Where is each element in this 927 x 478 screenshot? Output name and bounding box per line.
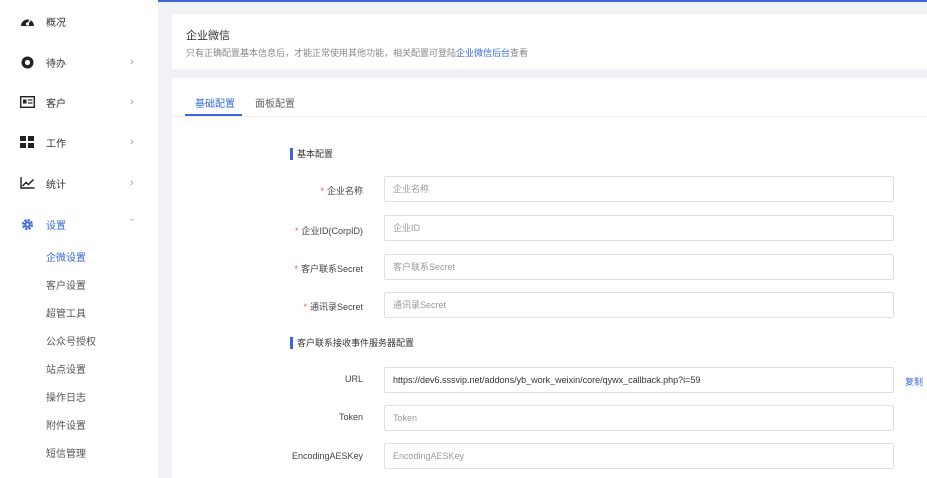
sidebar-item-work[interactable]: 工作 ›: [0, 122, 158, 162]
chevron-down-icon: ˇ: [130, 218, 134, 230]
sidebar-subitem-attachment-settings[interactable]: 附件设置: [46, 417, 86, 432]
description-text: 只有正确配置基本信息后，才能正常使用其他功能，相关配置可登陆: [186, 48, 457, 58]
chevron-right-icon: ›: [130, 136, 134, 148]
sidebar: 概况 待办 › 客户 › 工作 › 统计 › 设置 ˇ 企微设置 客户设置 超管…: [0, 0, 158, 478]
contact-secret-input[interactable]: [384, 254, 894, 280]
token-input[interactable]: [384, 405, 894, 431]
section-marker: [290, 336, 293, 349]
required-mark: *: [303, 302, 307, 312]
copy-url-button[interactable]: 复制: [905, 375, 923, 388]
sidebar-subitem-official-account-auth[interactable]: 公众号授权: [46, 333, 96, 348]
address-book-secret-input[interactable]: [384, 292, 894, 318]
label-text: 企业名称: [326, 186, 363, 196]
customer-card-icon: [19, 94, 35, 110]
chevron-right-icon: ›: [130, 96, 134, 108]
corp-id-input[interactable]: [384, 215, 894, 241]
address-book-secret-label: * 通讯录Secret: [303, 300, 363, 313]
sidebar-item-label: 客户: [46, 98, 66, 110]
sidebar-subitem-operation-log[interactable]: 操作日志: [46, 389, 86, 404]
sidebar-item-statistics[interactable]: 统计 ›: [0, 163, 158, 203]
callback-url-input[interactable]: [384, 367, 894, 393]
contact-secret-label: * 客户联系Secret: [294, 262, 363, 275]
token-label: Token: [338, 412, 363, 422]
sidebar-subitem-customer-settings[interactable]: 客户设置: [46, 277, 86, 292]
corp-name-label: * 企业名称: [320, 184, 363, 197]
sidebar-item-label: 设置: [46, 220, 66, 232]
sidebar-subitem-admin-tools[interactable]: 超管工具: [46, 305, 86, 320]
required-mark: *: [294, 226, 299, 236]
label-text: 通讯录Secret: [309, 302, 363, 312]
sidebar-item-overview[interactable]: 概况: [0, 1, 158, 41]
corp-name-input[interactable]: [384, 176, 894, 202]
section-title-callback: 客户联系接收事件服务器配置: [290, 336, 414, 349]
page-title: 企业微信: [186, 30, 230, 42]
sidebar-subitem-wecom-settings[interactable]: 企微设置: [46, 249, 86, 264]
chevron-right-icon: ›: [130, 56, 134, 68]
sidebar-subitem-site-settings[interactable]: 站点设置: [46, 361, 86, 376]
gear-icon: [19, 216, 35, 232]
page-description: 只有正确配置基本信息后，才能正常使用其他功能，相关配置可登陆企业微信后台查看: [186, 46, 528, 59]
section-title-basic: 基本配置: [290, 147, 333, 160]
sidebar-item-settings[interactable]: 设置 ˇ: [0, 204, 158, 244]
label-text: 客户联系Secret: [300, 264, 363, 274]
sidebar-item-label: 概况: [46, 17, 66, 29]
required-mark: *: [294, 264, 298, 274]
todo-icon: [19, 54, 35, 70]
tab-divider: [172, 116, 927, 117]
sidebar-item-label: 统计: [46, 179, 66, 191]
tab-panel-config[interactable]: 面板配置: [255, 95, 295, 110]
required-mark: *: [320, 186, 324, 196]
tab-basic-config[interactable]: 基础配置: [195, 95, 235, 110]
sidebar-subitem-sms-management[interactable]: 短信管理: [46, 445, 86, 460]
section-marker: [290, 147, 293, 160]
wecom-admin-link[interactable]: 企业微信后台: [456, 48, 510, 58]
chart-line-icon: [19, 175, 35, 191]
chevron-right-icon: ›: [130, 177, 134, 189]
description-text-end: 查看: [510, 48, 529, 58]
section-title-text: 客户联系接收事件服务器配置: [297, 338, 415, 348]
corp-id-label: * 企业ID(CorpID): [295, 224, 363, 237]
url-label: URL: [344, 374, 363, 384]
sidebar-item-label: 工作: [46, 138, 66, 150]
label-text: 企业ID(CorpID): [301, 226, 363, 236]
sidebar-item-customer[interactable]: 客户 ›: [0, 82, 158, 122]
page-header: 企业微信 只有正确配置基本信息后，才能正常使用其他功能，相关配置可登陆企业微信后…: [172, 14, 927, 69]
sidebar-item-todo[interactable]: 待办 ›: [0, 42, 158, 82]
section-title-text: 基本配置: [297, 149, 334, 159]
aes-key-label: EncodingAESKey: [291, 451, 363, 461]
sidebar-item-label: 待办: [46, 58, 66, 70]
main-panel: 基础配置 面板配置 基本配置 *企业名称 *企业ID(CorpID) *客户联系…: [172, 78, 927, 478]
aes-key-input[interactable]: [384, 443, 894, 469]
grid-icon: [19, 134, 35, 150]
dashboard-icon: [19, 13, 35, 29]
